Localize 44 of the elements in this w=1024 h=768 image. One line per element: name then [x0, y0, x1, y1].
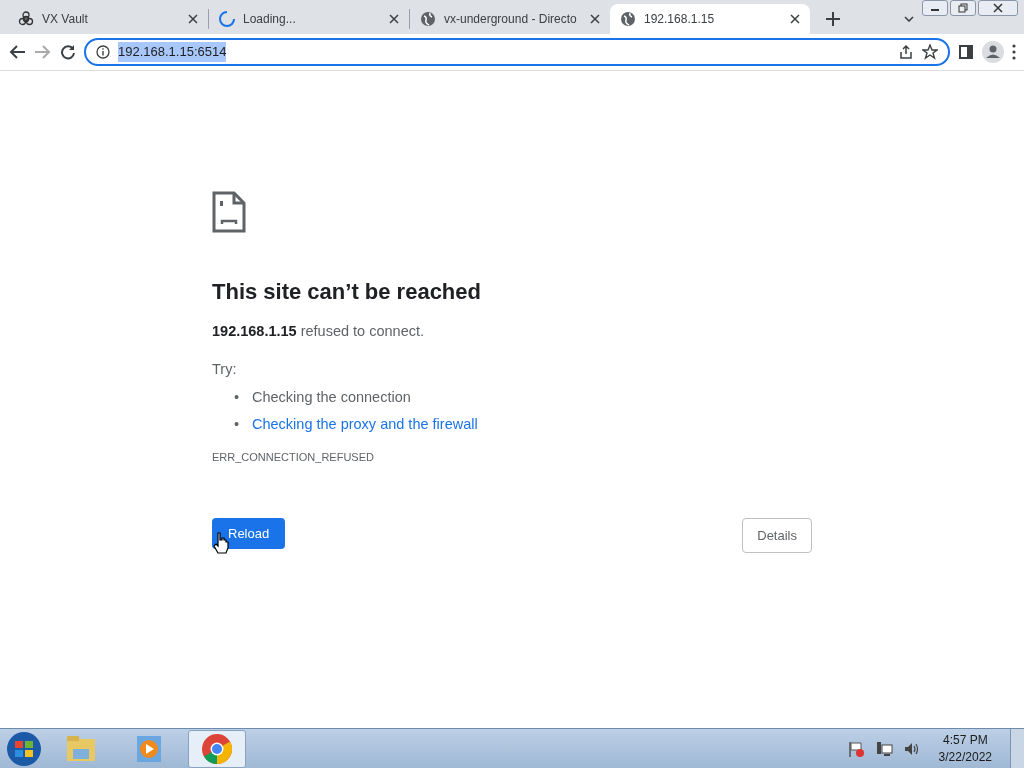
browser-tab[interactable]: Loading... [209, 4, 409, 34]
browser-tab[interactable]: vx-underground - Directo [410, 4, 610, 34]
info-icon [96, 45, 110, 59]
tab-search-icon[interactable] [904, 16, 914, 22]
try-label: Try: [212, 360, 238, 380]
error-message: 192.168.1.15 refused to connect. [212, 322, 426, 342]
clock-date[interactable]: 3/22/2022 [938, 748, 992, 765]
loading-spinner-icon [219, 11, 235, 27]
star-icon[interactable] [922, 44, 938, 60]
globe-icon [620, 11, 636, 27]
close-icon[interactable] [590, 14, 600, 24]
suggestion-link[interactable]: Checking the proxy and the firewall [252, 415, 478, 432]
start-button-icon[interactable] [6, 730, 42, 767]
new-tab-icon[interactable] [826, 12, 840, 26]
bullet: • [234, 387, 241, 407]
bullet: • [234, 414, 241, 434]
side-panel-icon[interactable] [958, 44, 974, 60]
close-icon[interactable] [790, 14, 800, 24]
chrome-icon [201, 732, 233, 765]
clock-time[interactable]: 4:57 PM [938, 732, 992, 749]
globe-icon [420, 11, 436, 27]
close-icon[interactable] [188, 14, 198, 24]
address-bar[interactable]: 192.168.1.15:6514 [84, 38, 950, 66]
restore-icon[interactable] [958, 3, 968, 13]
network-icon[interactable] [874, 739, 893, 758]
browser-tab[interactable]: 192.168.1.15 [610, 4, 810, 34]
browser-tab[interactable]: VX Vault [8, 4, 208, 34]
reload-icon[interactable] [60, 44, 76, 60]
url-text: 192.168.1.15:6514 [118, 42, 227, 62]
flag-icon[interactable] [846, 739, 865, 758]
biohazard-icon [18, 11, 34, 27]
back-icon[interactable] [8, 44, 26, 60]
share-icon[interactable] [898, 44, 914, 60]
menu-icon[interactable] [1012, 44, 1016, 60]
error-code: ERR_CONNECTION_REFUSED [212, 450, 375, 466]
hand-cursor-icon [213, 531, 229, 554]
sad-page-icon [212, 191, 246, 233]
error-heading: This site can’t be reached [212, 279, 482, 306]
profile-icon[interactable] [982, 41, 1004, 63]
taskbar-button[interactable] [188, 729, 246, 768]
suggestion-text: Checking the connection [252, 388, 411, 405]
close-icon[interactable] [993, 3, 1003, 13]
details-button[interactable]: Details [742, 517, 812, 554]
close-icon[interactable] [389, 14, 399, 24]
